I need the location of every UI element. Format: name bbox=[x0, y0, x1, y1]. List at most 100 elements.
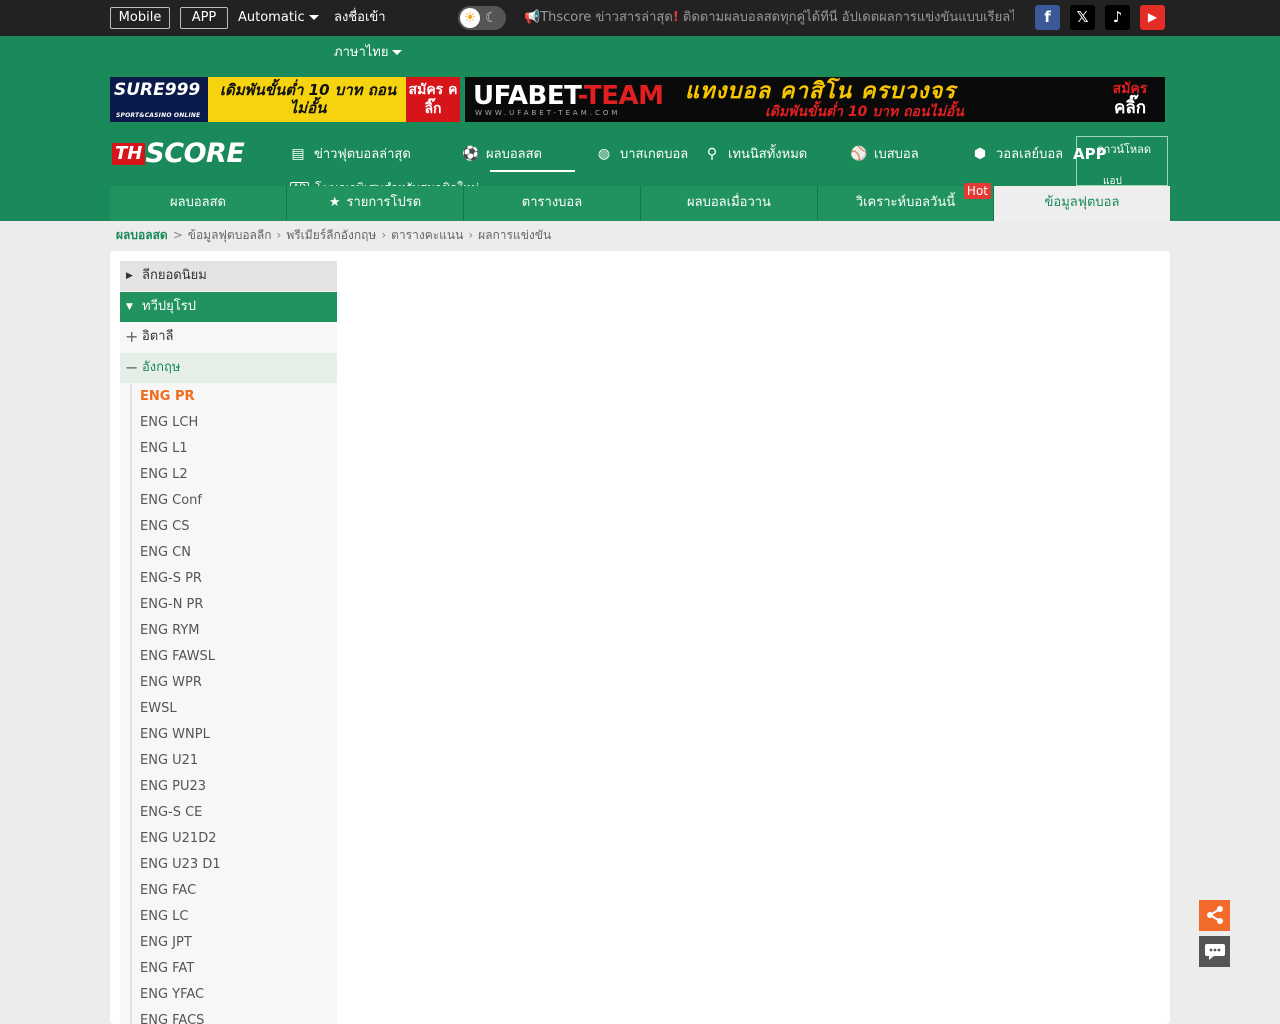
tab-live-score[interactable]: ผลบอลสด bbox=[110, 186, 287, 221]
app-button[interactable]: APP bbox=[180, 7, 228, 29]
league-item[interactable]: ENG RYM bbox=[130, 618, 337, 644]
league-item[interactable]: ENG L1 bbox=[130, 436, 337, 462]
marquee-exclaim: ! bbox=[672, 10, 679, 25]
league-item[interactable]: ENG WPR bbox=[130, 670, 337, 696]
league-item[interactable]: ENG FACS bbox=[130, 1008, 337, 1024]
sidebar-group-label: อังกฤษ bbox=[142, 360, 181, 375]
league-item[interactable]: ENG U21D2 bbox=[130, 826, 337, 852]
sidebar-category-label: ทวีปยุโรป bbox=[142, 299, 196, 314]
share-button[interactable] bbox=[1199, 900, 1230, 931]
nav-live-score[interactable]: ⚽ ผลบอลสด bbox=[462, 144, 542, 165]
breadcrumb-item-1[interactable]: ข้อมูลฟุตบอลลีก bbox=[188, 228, 272, 242]
breadcrumb-separator: › bbox=[276, 228, 282, 242]
breadcrumb: ผลบอลสด > ข้อมูลฟุตบอลลีก › พรีเมียร์ลีกอังก… bbox=[116, 226, 551, 244]
tab-favorites[interactable]: ★ รายการโปรด bbox=[287, 186, 464, 221]
league-item[interactable]: ENG FAC bbox=[130, 878, 337, 904]
sidebar-category-europe[interactable]: ▼ ทวีปยุโรป bbox=[120, 292, 337, 322]
chat-icon bbox=[1204, 944, 1225, 960]
sure999-signup-button[interactable]: สมัคร คลิ๊ก bbox=[406, 77, 460, 122]
tab-analysis[interactable]: วิเคราะห์บอลวันนี้ Hot bbox=[818, 183, 994, 221]
timezone-dropdown[interactable]: Automatic bbox=[238, 9, 319, 27]
nav-volleyball-label: วอลเลย์บอล bbox=[996, 147, 1064, 162]
language-label: ภาษาไทย bbox=[334, 45, 389, 60]
language-select[interactable]: ภาษาไทย bbox=[334, 44, 403, 62]
breadcrumb-item-2[interactable]: พรีเมียร์ลีกอังกฤษ bbox=[286, 228, 376, 242]
league-item[interactable]: ENG-S CE bbox=[130, 800, 337, 826]
league-item[interactable]: ENG WNPL bbox=[130, 722, 337, 748]
news-marquee[interactable]: 📢Thscore ข่าวสารล่าสุด! ติดตามผลบอลสดทุก… bbox=[524, 9, 1014, 27]
league-item[interactable]: ENG FAWSL bbox=[130, 644, 337, 670]
breadcrumb-separator: › bbox=[468, 228, 474, 242]
breadcrumb-item-3[interactable]: ตารางคะแนน bbox=[391, 228, 463, 242]
league-item[interactable]: ENG-S PR bbox=[130, 566, 337, 592]
logo-score: SCORE bbox=[145, 138, 245, 169]
basketball-icon: ◍ bbox=[597, 146, 611, 162]
theme-toggle[interactable]: ☀ ☾ bbox=[458, 6, 506, 30]
sidebar-group-england[interactable]: − อังกฤษ bbox=[120, 353, 337, 383]
caret-right-icon: ▶ bbox=[126, 271, 133, 281]
ufabet-logo-a: UFABET bbox=[473, 81, 578, 111]
league-item[interactable]: ENG FAT bbox=[130, 956, 337, 982]
nav-basketball[interactable]: ◍ บาสเกตบอล bbox=[596, 144, 688, 165]
league-item[interactable]: ENG CS bbox=[130, 514, 337, 540]
app-download-box[interactable]: APP ดาวน์โหลด แอป bbox=[1073, 136, 1168, 187]
league-item[interactable]: ENG PU23 bbox=[130, 774, 337, 800]
league-sidebar: ▶ ลีกยอดนิยม ▼ ทวีปยุโรป + อิตาลี − อังกฤษ E… bbox=[120, 261, 337, 1024]
league-item[interactable]: ENG LC bbox=[130, 904, 337, 930]
sure999-promo-text: เดิมพันขั้นต่ำ 10 บาท ถอนไม่อั้น bbox=[219, 81, 397, 117]
nav-news[interactable]: ▤ ข่าวฟุตบอลล่าสุด bbox=[290, 144, 410, 165]
sure999-logo: SURE999 SPORT&CASINO ONLINE bbox=[110, 77, 208, 122]
tab-results[interactable]: ผลบอลเมื่อวาน bbox=[641, 186, 818, 221]
share-icon bbox=[1206, 906, 1223, 924]
ufabet-logo: UFABET-TEAM bbox=[473, 81, 664, 111]
youtube-icon[interactable]: ▶ bbox=[1140, 5, 1165, 30]
league-item[interactable]: ENG PR bbox=[130, 384, 337, 410]
tiktok-icon[interactable]: ♪ bbox=[1105, 5, 1130, 30]
league-item[interactable]: EWSL bbox=[130, 696, 337, 722]
chevron-down-icon bbox=[392, 50, 403, 55]
tab-football-data[interactable]: ข้อมูลฟุตบอล bbox=[994, 186, 1170, 221]
tab-favorites-label: รายการโปรด bbox=[346, 195, 422, 210]
site-logo[interactable]: TH SCORE bbox=[112, 138, 245, 169]
x-icon[interactable]: 𝕏 bbox=[1070, 5, 1095, 30]
soccer-ball-icon: ⚽ bbox=[462, 146, 480, 162]
league-item[interactable]: ENG U23 D1 bbox=[130, 852, 337, 878]
ufabet-subline: เดิมพันขั้นต่ำ 10 บาท ถอนไม่อั้น bbox=[765, 104, 964, 120]
nav-tennis[interactable]: ⚲ เทนนิสทั้งหมด bbox=[704, 144, 807, 165]
breadcrumb-home[interactable]: ผลบอลสด bbox=[116, 228, 168, 242]
login-link[interactable]: ลงชื่อเข้า bbox=[334, 9, 386, 27]
nav-live-score-label: ผลบอลสด bbox=[486, 147, 542, 162]
sure999-logo-text: SURE999 bbox=[114, 80, 201, 100]
league-list: ENG PR ENG LCH ENG L1 ENG L2 ENG Conf ENG CS E… bbox=[120, 384, 337, 1024]
facebook-icon[interactable]: f bbox=[1035, 5, 1060, 30]
nav-baseball[interactable]: ⚾ เบสบอล bbox=[850, 144, 919, 165]
league-item[interactable]: ENG JPT bbox=[130, 930, 337, 956]
sidebar-category-popular[interactable]: ▶ ลีกยอดนิยม bbox=[120, 261, 337, 291]
ufabet-cta-top: สมัคร bbox=[1112, 81, 1148, 97]
chat-button[interactable] bbox=[1199, 936, 1230, 967]
league-item[interactable]: ENG U21 bbox=[130, 748, 337, 774]
ufabet-url: WWW.UFABET-TEAM.COM bbox=[475, 109, 621, 117]
marquee-body: ติดตามผลบอลสดทุกคู่ได้ที่นี่ อัปเดตผลการ… bbox=[682, 10, 1014, 25]
nav-basketball-label: บาสเกตบอล bbox=[620, 147, 689, 162]
volleyball-icon: ⬢ bbox=[973, 146, 987, 162]
sun-icon: ☀ bbox=[460, 8, 480, 28]
tab-schedule[interactable]: ตารางบอล bbox=[464, 186, 641, 221]
breadcrumb-separator: > bbox=[172, 228, 183, 242]
sidebar-group-italy[interactable]: + อิตาลี bbox=[120, 322, 337, 352]
ufabet-banner[interactable]: UFABET-TEAM WWW.UFABET-TEAM.COM แทงบอล ค… bbox=[465, 77, 1165, 122]
breadcrumb-separator: › bbox=[381, 228, 387, 242]
league-item[interactable]: ENG YFAC bbox=[130, 982, 337, 1008]
league-item[interactable]: ENG CN bbox=[130, 540, 337, 566]
mobile-button[interactable]: Mobile bbox=[110, 7, 170, 29]
nav-volleyball[interactable]: ⬢ วอลเลย์บอล bbox=[972, 144, 1063, 165]
league-item[interactable]: ENG L2 bbox=[130, 462, 337, 488]
sidebar-category-label: ลีกยอดนิยม bbox=[142, 268, 207, 283]
league-item[interactable]: ENG LCH bbox=[130, 410, 337, 436]
caret-down-icon: ▼ bbox=[126, 302, 133, 312]
sure999-banner[interactable]: SURE999 SPORT&CASINO ONLINE เดิมพันขั้นต่… bbox=[110, 77, 460, 122]
league-item[interactable]: ENG-N PR bbox=[130, 592, 337, 618]
baseball-icon: ⚾ bbox=[850, 146, 868, 162]
ufabet-signup-button[interactable]: สมัคร คลิ๊ก bbox=[1105, 80, 1155, 119]
league-item[interactable]: ENG Conf bbox=[130, 488, 337, 514]
